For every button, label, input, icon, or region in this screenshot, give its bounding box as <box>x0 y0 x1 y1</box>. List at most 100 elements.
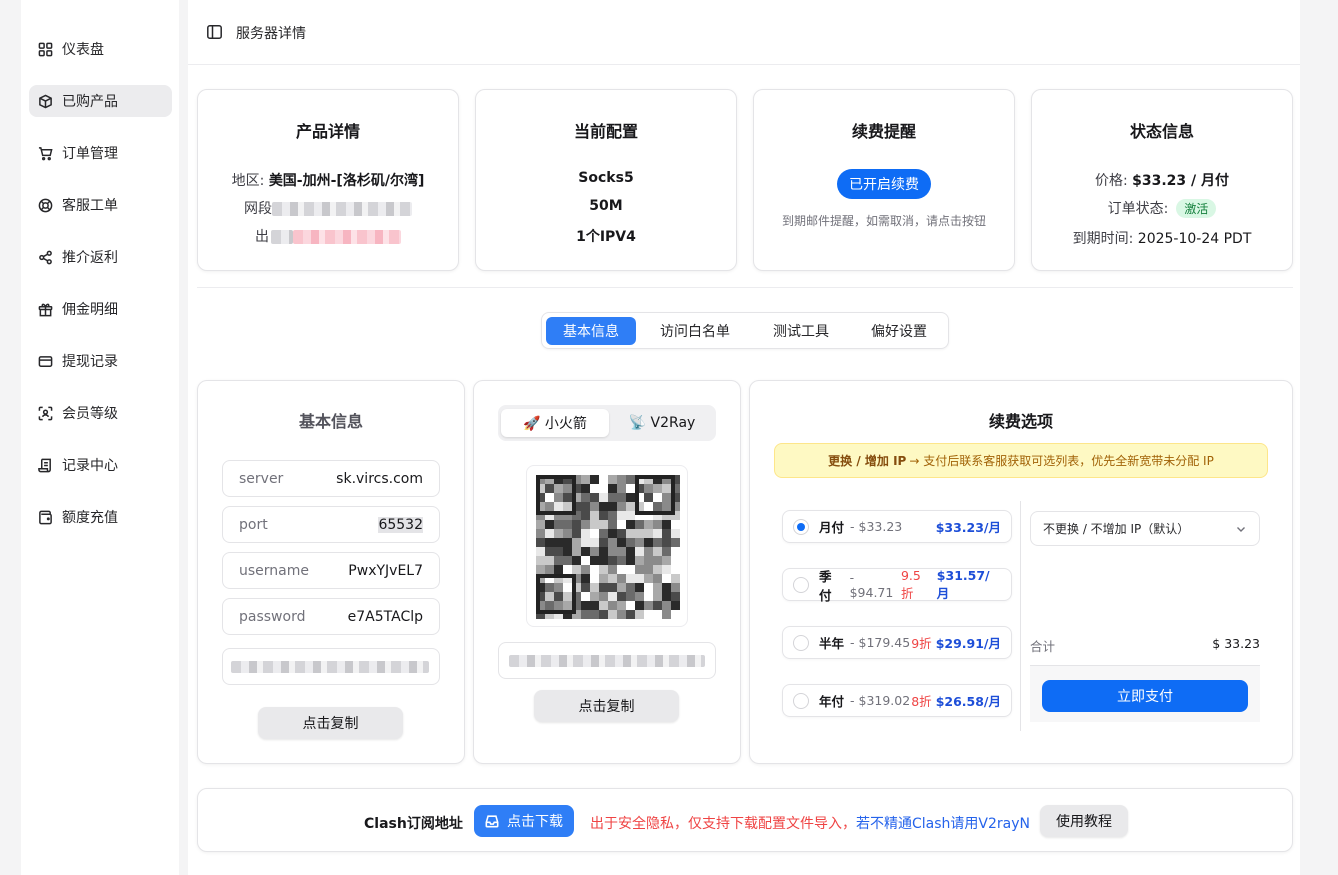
sidebar-item-dashboard[interactable]: 仪表盘 <box>29 33 172 65</box>
qr-pixel <box>554 565 563 574</box>
connection-string-field[interactable] <box>222 648 440 685</box>
pay-now-button[interactable]: 立即支付 <box>1042 680 1248 712</box>
sidebar-item-topup[interactable]: 额度充值 <box>29 501 172 533</box>
qr-pixel <box>554 601 563 610</box>
plan-option-monthly[interactable]: 月付 - $33.23 $33.23/月 <box>782 510 1012 543</box>
qr-pixel <box>635 538 644 547</box>
qr-pixel <box>581 556 590 565</box>
qr-pixel <box>626 556 635 565</box>
auto-renew-button[interactable]: 已开启续费 <box>837 169 931 199</box>
qr-pixel <box>662 565 671 574</box>
field-key: port <box>239 516 268 533</box>
qr-pixel <box>563 493 572 502</box>
qr-pixel <box>545 502 554 511</box>
password-field[interactable]: password e7A5TAClp <box>222 598 440 635</box>
qr-pixel <box>590 520 599 529</box>
qr-pixel <box>653 601 662 610</box>
download-button[interactable]: 点击下载 <box>474 805 574 837</box>
qr-pixel <box>572 547 581 556</box>
sidebar-toggle-icon[interactable] <box>207 25 222 39</box>
tutorial-button[interactable]: 使用教程 <box>1040 805 1128 837</box>
radio-button[interactable] <box>793 518 809 535</box>
qr-pixel <box>545 601 554 610</box>
qr-pixel <box>581 529 590 538</box>
qr-pixel <box>581 511 590 520</box>
sidebar-item-tickets[interactable]: 客服工单 <box>29 189 172 221</box>
qr-pixel <box>635 529 644 538</box>
qr-pixel <box>581 475 590 484</box>
dashboard-icon <box>37 41 53 57</box>
tab-test-tools[interactable]: 测试工具 <box>756 317 846 345</box>
qr-pixel <box>662 556 671 565</box>
plan-option-quarterly[interactable]: 季付 - $94.71 9.5折 $31.57/月 <box>782 568 1012 603</box>
price-label: 价格: <box>1094 173 1128 189</box>
product-details-card: 产品详情 地区: 美国-加州-[洛杉矶/尔湾] 网段 出 <box>197 89 459 271</box>
qr-pixel <box>653 610 662 619</box>
qr-pixel <box>662 484 671 493</box>
sidebar-item-membership[interactable]: 会员等级 <box>29 397 172 429</box>
plan-option-yearly[interactable]: 年付 - $319.02 8折 $26.58/月 <box>782 684 1012 717</box>
username-field[interactable]: username PwxYJvEL7 <box>222 552 440 589</box>
server-field[interactable]: server sk.vircs.com <box>222 460 440 497</box>
card-title: 续费提醒 <box>851 122 916 141</box>
copy-button[interactable]: 点击复制 <box>258 707 403 739</box>
field-key: username <box>239 562 309 579</box>
sidebar-item-orders[interactable]: 订单管理 <box>29 137 172 169</box>
sidebar-item-label: 仪表盘 <box>62 42 104 58</box>
sidebar-item-label: 提现记录 <box>62 354 118 370</box>
qr-pixel <box>563 520 572 529</box>
qr-pixel <box>545 556 554 565</box>
sidebar-item-label: 客服工单 <box>62 198 118 214</box>
copy-link-button[interactable]: 点击复制 <box>534 690 679 722</box>
port-field[interactable]: port 65532 <box>222 506 440 543</box>
qr-pixel <box>572 565 581 574</box>
radio-button[interactable] <box>793 576 809 593</box>
radio-button[interactable] <box>793 634 809 651</box>
main-panel: 服务器详情 产品详情 地区: 美国-加州-[洛杉矶/尔湾] 网段 出 当前配置 … <box>188 0 1300 875</box>
qr-pixel <box>599 565 608 574</box>
qr-pixel <box>671 565 680 574</box>
tab-v2ray[interactable]: 📡 V2Ray <box>610 409 714 437</box>
share-link-field[interactable] <box>498 642 716 679</box>
qr-pixel <box>590 511 599 520</box>
config-ip-count: 1个IPV4 <box>576 229 636 245</box>
qr-pixel <box>671 574 680 583</box>
tab-preferences[interactable]: 偏好设置 <box>854 317 944 345</box>
qr-pixel <box>617 583 626 592</box>
total-row: 合计 $ 33.23 <box>1030 636 1260 655</box>
plan-discount: 9折 <box>911 636 932 651</box>
sidebar-item-label: 推介返利 <box>62 250 118 266</box>
sidebar-item-commission[interactable]: 佣金明细 <box>29 293 172 325</box>
tab-shadowrocket[interactable]: 🚀 小火箭 <box>501 409 609 437</box>
plan-name: 年付 <box>819 694 845 709</box>
credit-card-icon <box>37 353 53 369</box>
qr-pixel <box>617 574 626 583</box>
qr-pixel <box>563 502 572 511</box>
card-title: 基本信息 <box>298 412 363 431</box>
qr-pixel <box>671 520 680 529</box>
qr-pixel <box>626 601 635 610</box>
qr-pixel <box>590 538 599 547</box>
qr-pixel <box>671 538 680 547</box>
plan-option-half-year[interactable]: 半年 - $179.45 9折 $29.91/月 <box>782 626 1012 659</box>
ip-option-select[interactable]: 不更换 / 不增加 IP（默认） <box>1030 511 1260 546</box>
qr-pixel <box>590 592 599 601</box>
sidebar-item-records[interactable]: 记录中心 <box>29 449 172 481</box>
radio-button[interactable] <box>793 692 809 709</box>
scan-user-icon <box>37 405 53 421</box>
qr-pixel <box>599 601 608 610</box>
plan-name: 月付 <box>819 520 845 535</box>
tab-bar: 基本信息 访问白名单 测试工具 偏好设置 <box>541 312 949 349</box>
qr-code-image <box>536 475 680 619</box>
tab-basic-info[interactable]: 基本信息 <box>546 317 636 345</box>
sidebar-item-withdrawals[interactable]: 提现记录 <box>29 345 172 377</box>
field-key: server <box>239 470 284 487</box>
sidebar-item-referral[interactable]: 推介返利 <box>29 241 172 273</box>
tab-whitelist[interactable]: 访问白名单 <box>650 317 740 345</box>
qr-pixel <box>671 610 680 619</box>
qr-pixel <box>608 484 617 493</box>
sidebar-item-purchased[interactable]: 已购产品 <box>29 85 172 117</box>
qr-pixel <box>644 484 653 493</box>
qr-pixel <box>599 493 608 502</box>
field-key: password <box>239 608 306 625</box>
